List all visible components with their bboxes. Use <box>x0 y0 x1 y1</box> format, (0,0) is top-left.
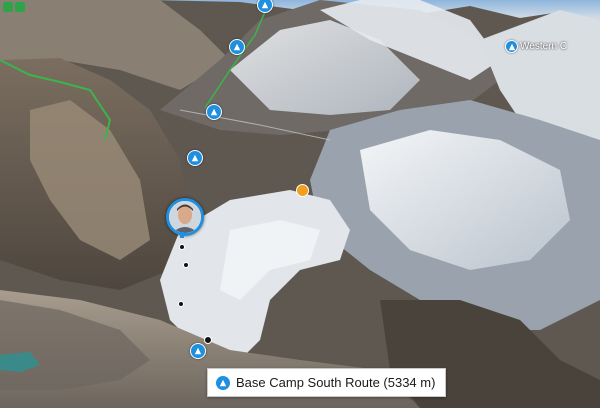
layer-icon[interactable] <box>3 2 13 12</box>
waypoint-marker[interactable] <box>206 104 222 120</box>
waypoint-marker[interactable] <box>190 343 206 359</box>
gold-point-icon[interactable] <box>296 184 309 197</box>
waypoint-marker[interactable] <box>229 39 245 55</box>
user-avatar-pin[interactable] <box>166 198 204 236</box>
route-dot <box>178 301 184 307</box>
waypoint-marker[interactable] <box>505 40 518 53</box>
selected-waypoint-label[interactable]: Base Camp South Route (5334 m) <box>207 368 447 397</box>
mountain-waypoint-icon <box>194 347 202 355</box>
mountain-waypoint-icon <box>233 43 241 51</box>
terrain-imagery <box>0 0 600 408</box>
mountain-waypoint-icon <box>216 375 230 390</box>
mountain-waypoint-icon <box>508 43 515 50</box>
route-dot <box>183 262 189 268</box>
user-face-icon <box>169 201 201 233</box>
distant-waypoint-label: Western C <box>520 41 568 52</box>
waypoint-marker[interactable] <box>187 150 203 166</box>
mountain-waypoint-icon <box>261 1 269 9</box>
mountain-waypoint-icon <box>191 154 199 162</box>
route-dot <box>179 244 185 250</box>
distant-waypoint-tag[interactable]: Western C <box>505 40 567 53</box>
mountain-waypoint-icon <box>210 108 218 116</box>
map-viewport[interactable]: Western C Base Camp South Route (5334 m) <box>0 0 600 408</box>
waypoint-name: Base Camp South Route (5334 m) <box>236 375 436 390</box>
avatar-pin-stem <box>180 232 184 238</box>
route-dot <box>204 336 212 344</box>
layer-icon[interactable] <box>15 2 25 12</box>
